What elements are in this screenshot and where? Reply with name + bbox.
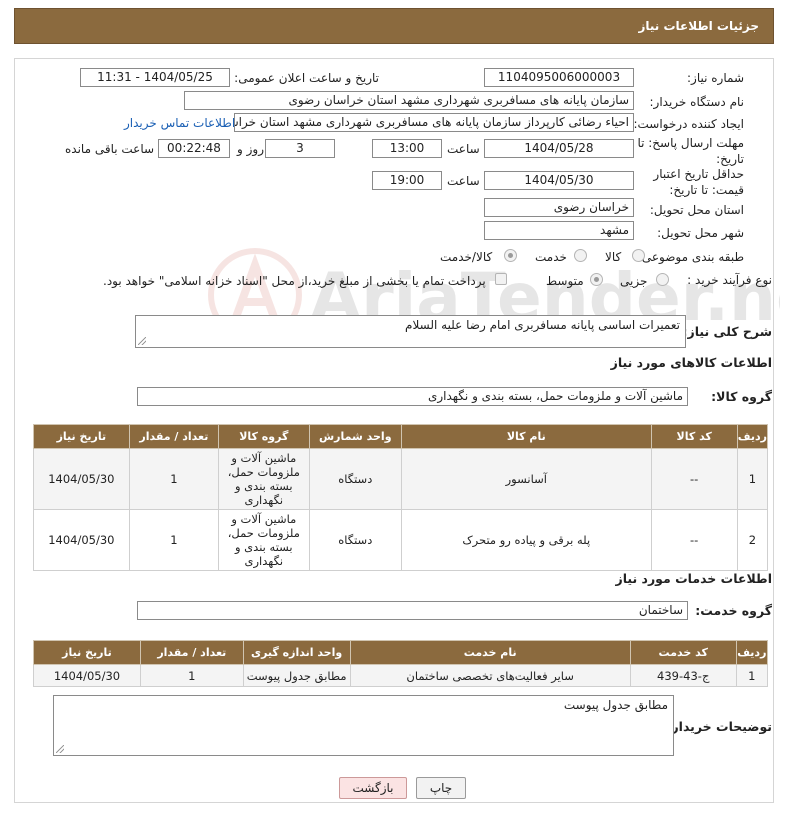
services-col-row: ردیف xyxy=(735,640,769,665)
days-label: روز و xyxy=(237,142,264,156)
services-col-name: نام خدمت xyxy=(349,640,631,665)
category-radio-both[interactable] xyxy=(504,249,517,262)
buyer-notes-text: مطابق جدول پیوست xyxy=(563,698,668,712)
back-button[interactable]: بازگشت xyxy=(339,777,407,799)
city-field[interactable]: مشهد xyxy=(484,221,634,240)
category-service-label: خدمت xyxy=(535,250,567,264)
services-table-row[interactable]: 1 ج-43-439 سایر فعالیت‌های تخصصی ساختمان… xyxy=(33,664,769,687)
creator-label: ایجاد کننده درخواست: xyxy=(633,117,744,131)
cell-qty: 1 xyxy=(128,509,220,571)
buyer-contact-link[interactable]: اطلاعات تماس خریدار xyxy=(124,116,235,130)
price-time-field[interactable]: 19:00 xyxy=(372,171,442,190)
category-label: طبقه بندی موضوعی: xyxy=(637,250,744,264)
category-goods-label: کالا xyxy=(605,250,622,264)
goods-group-label: گروه کالا: xyxy=(711,389,772,404)
remaining-label: ساعت باقی مانده xyxy=(65,142,155,156)
creator-field[interactable]: احیاء رضائی کارپرداز سازمان پایانه های م… xyxy=(234,113,634,132)
goods-col-date: تاریخ نیاز xyxy=(33,424,130,449)
process-radio-medium[interactable] xyxy=(590,273,603,286)
process-minor-label: جزیی xyxy=(620,274,648,288)
buyer-notes-label: توضیحات خریدار: xyxy=(666,719,772,734)
reply-deadline-label: مهلت ارسال پاسخ: تا تاریخ: xyxy=(637,136,744,166)
announce-field[interactable]: 1404/05/25 - 11:31 xyxy=(80,68,230,87)
cell-name: آسانسور xyxy=(400,448,652,510)
cell-qty: 1 xyxy=(128,448,220,510)
need-number-field[interactable]: 1104095006000003 xyxy=(484,68,634,87)
category-radio-service[interactable] xyxy=(574,249,587,262)
reply-time-field[interactable]: 13:00 xyxy=(372,139,442,158)
services-col-unit: واحد اندازه گیری xyxy=(242,640,351,665)
remaining-time-field[interactable]: 00:22:48 xyxy=(158,139,230,158)
goods-col-name: نام کالا xyxy=(400,424,652,449)
price-time-label: ساعت xyxy=(447,174,480,188)
goods-col-group: گروه کالا xyxy=(218,424,310,449)
services-table-header: ردیف کد خدمت نام خدمت واحد اندازه گیری ت… xyxy=(33,640,769,665)
services-col-code: کد خدمت xyxy=(629,640,737,665)
description-field[interactable]: تعمیرات اساسی پایانه مسافربری امام رضا ع… xyxy=(135,315,686,348)
services-group-field[interactable]: ساختمان xyxy=(137,601,688,620)
services-col-date: تاریخ نیاز xyxy=(33,640,141,665)
goods-table-header: ردیف کد کالا نام کالا واحد شمارش گروه کا… xyxy=(33,424,769,449)
province-label: استان محل تحویل: xyxy=(649,203,744,217)
goods-col-qty: تعداد / مقدار xyxy=(128,424,220,449)
services-group-label: گروه خدمت: xyxy=(695,603,772,618)
process-label: نوع فرآیند خرید : xyxy=(687,273,772,287)
cell-row: 2 xyxy=(736,509,769,571)
goods-group-field[interactable]: ماشین آلات و ملزومات حمل، بسته بندی و نگ… xyxy=(137,387,688,406)
cell-group: ماشین آلات و ملزومات حمل، بسته بندی و نگ… xyxy=(218,509,310,571)
province-field[interactable]: خراسان رضوی xyxy=(484,198,634,217)
services-section-title: اطلاعات خدمات مورد نیاز xyxy=(615,571,773,586)
price-deadline-label: حداقل تاریخ اعتبار قیمت: تا تاریخ: xyxy=(653,167,744,197)
cell-name: سایر فعالیت‌های تخصصی ساختمان xyxy=(349,664,631,687)
cell-name: پله برقی و پیاده رو متحرک xyxy=(400,509,652,571)
cell-row: 1 xyxy=(735,664,769,687)
treasury-checkbox[interactable] xyxy=(495,273,507,285)
goods-col-unit: واحد شمارش xyxy=(308,424,402,449)
goods-section-title: اطلاعات کالاهای مورد نیاز xyxy=(610,355,772,370)
cell-code: -- xyxy=(650,509,738,571)
goods-col-code: کد کالا xyxy=(650,424,738,449)
price-date-field[interactable]: 1404/05/30 xyxy=(484,171,634,190)
city-label: شهر محل تحویل: xyxy=(657,226,744,240)
category-both-label: کالا/خدمت xyxy=(440,250,493,264)
cell-code: ج-43-439 xyxy=(629,664,737,687)
resize-grip-icon[interactable] xyxy=(138,337,146,345)
cell-date: 1404/05/30 xyxy=(33,448,130,510)
announce-label: تاریخ و ساعت اعلان عمومی: xyxy=(234,71,379,85)
goods-table: ردیف کد کالا نام کالا واحد شمارش گروه کا… xyxy=(33,424,769,571)
cell-date: 1404/05/30 xyxy=(33,664,141,687)
print-button[interactable]: چاپ xyxy=(416,777,466,799)
description-label: شرح کلی نیاز: xyxy=(682,324,772,339)
buyer-org-field[interactable]: سازمان پایانه های مسافربری شهرداری مشهد … xyxy=(184,91,634,110)
cell-code: -- xyxy=(650,448,738,510)
payment-note: پرداخت تمام یا بخشی از مبلغ خرید،از محل … xyxy=(103,274,486,288)
cell-date: 1404/05/30 xyxy=(33,509,130,571)
cell-unit: مطابق جدول پیوست xyxy=(242,664,351,687)
reply-time-label: ساعت xyxy=(447,142,480,156)
process-radio-minor[interactable] xyxy=(656,273,669,286)
cell-qty: 1 xyxy=(139,664,244,687)
buyer-org-label: نام دستگاه خریدار: xyxy=(649,95,745,109)
description-text: تعمیرات اساسی پایانه مسافربری امام رضا ع… xyxy=(405,318,680,332)
page-title: جزئیات اطلاعات نیاز xyxy=(638,19,759,33)
goods-table-row[interactable]: 1 -- آسانسور دستگاه ماشین آلات و ملزومات… xyxy=(33,448,769,510)
page-header: جزئیات اطلاعات نیاز xyxy=(14,8,774,44)
cell-unit: دستگاه xyxy=(308,509,402,571)
goods-table-row[interactable]: 2 -- پله برقی و پیاده رو متحرک دستگاه ما… xyxy=(33,509,769,571)
category-radio-goods[interactable] xyxy=(632,249,645,262)
reply-date-field[interactable]: 1404/05/28 xyxy=(484,139,634,158)
cell-group: ماشین آلات و ملزومات حمل، بسته بندی و نگ… xyxy=(218,448,310,510)
goods-col-row: ردیف xyxy=(736,424,769,449)
buyer-notes-field[interactable]: مطابق جدول پیوست xyxy=(53,695,674,756)
cell-row: 1 xyxy=(736,448,769,510)
days-field[interactable]: 3 xyxy=(265,139,335,158)
resize-grip-icon[interactable] xyxy=(56,745,64,753)
cell-unit: دستگاه xyxy=(308,448,402,510)
need-number-label: شماره نیاز: xyxy=(687,71,744,85)
services-table: ردیف کد خدمت نام خدمت واحد اندازه گیری ت… xyxy=(33,640,769,687)
services-col-qty: تعداد / مقدار xyxy=(139,640,244,665)
process-medium-label: متوسط xyxy=(546,274,584,288)
